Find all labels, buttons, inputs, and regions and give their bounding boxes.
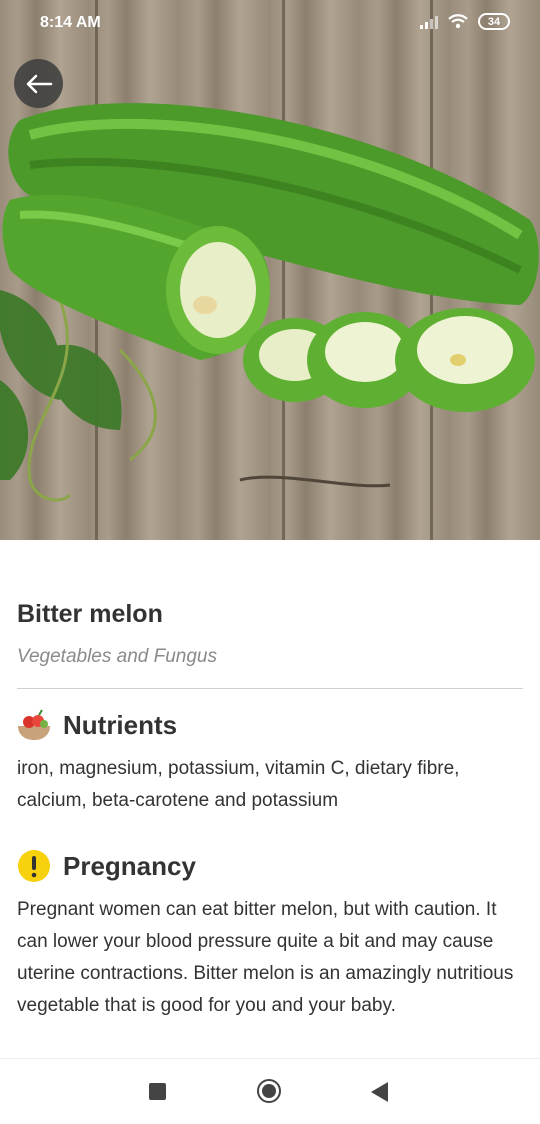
warning-exclamation-icon [18,850,50,882]
hero-image: 8:14 AM 34 [0,0,540,540]
divider [17,688,523,689]
back-triangle-icon[interactable] [371,1082,388,1102]
battery-icon: 34 [478,13,510,30]
status-bar: 8:14 AM 34 [0,0,540,46]
status-time: 8:14 AM [40,14,101,31]
pregnancy-text: Pregnant women can eat bitter melon, but… [17,899,514,1016]
food-category: Vegetables and Fungus [17,646,218,667]
bitter-melon-illustration [0,103,539,502]
nutrients-heading: Nutrients [63,709,178,740]
back-arrow-icon [26,74,52,93]
food-name: Bitter melon [17,600,163,628]
nutrients-header: Nutrients [17,708,177,742]
pregnancy-heading: Pregnancy [63,850,196,881]
system-nav-bar [0,1058,540,1124]
nutrients-text: iron, magnesium, potassium, vitamin C, d… [17,758,460,811]
recents-square-icon[interactable] [149,1083,166,1100]
wifi-icon [448,13,468,28]
home-circle-icon[interactable] [257,1079,281,1103]
back-button[interactable] [14,59,63,108]
fruit-bowl-icon [18,709,50,740]
pregnancy-header: Pregnancy [17,849,196,883]
signal-icon [420,15,438,29]
